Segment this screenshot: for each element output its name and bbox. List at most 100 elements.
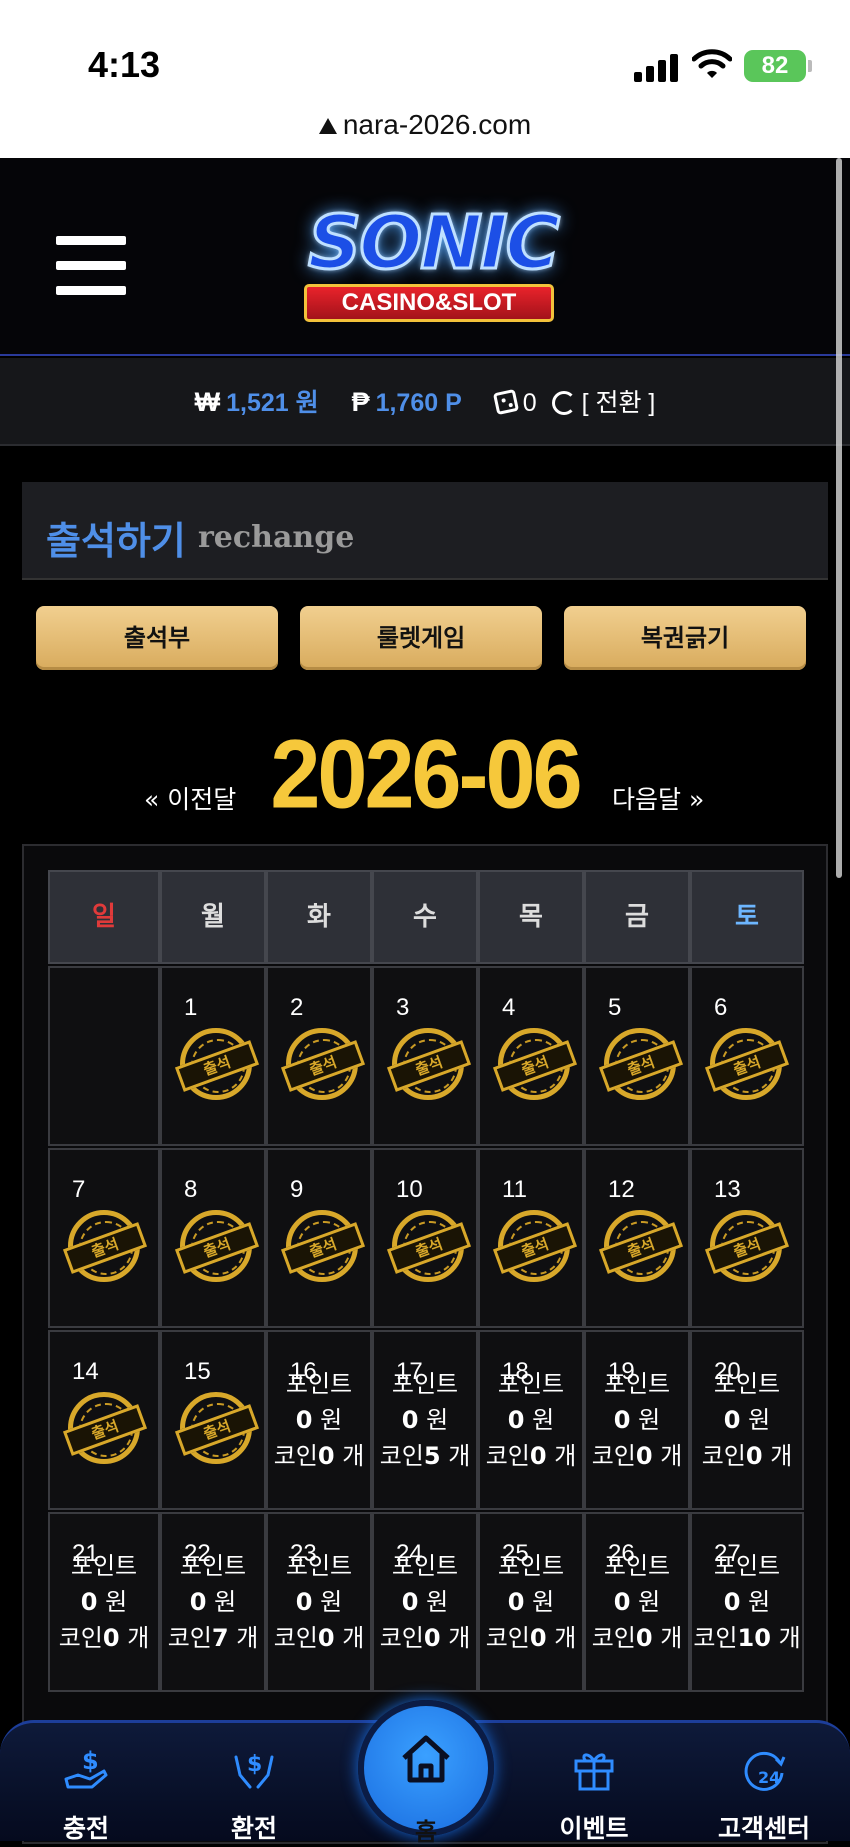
nav-home-button[interactable]: 홈 bbox=[358, 1700, 494, 1846]
day-number: 3 bbox=[396, 994, 410, 1021]
calendar-day-cell[interactable]: 10 출석 bbox=[372, 1148, 478, 1328]
nav-support[interactable]: 24 고객센터 bbox=[704, 1723, 824, 1844]
attendance-stamp-icon: 출석 bbox=[386, 1028, 472, 1100]
reward-amount: 0 bbox=[745, 1442, 763, 1470]
panel-title: 출석하기 rechange bbox=[22, 482, 828, 580]
reward-info: 포인트 0 원 코인0 개 bbox=[480, 1548, 582, 1656]
svg-text:24: 24 bbox=[758, 1768, 780, 1787]
reward-point-label: 포인트 bbox=[374, 1366, 476, 1402]
refresh-icon[interactable] bbox=[551, 391, 576, 415]
calendar-day-cell[interactable]: 1 출석 bbox=[160, 966, 266, 1146]
calendar-day-cell[interactable]: 4 출석 bbox=[478, 966, 584, 1146]
reward-amount: 0 bbox=[507, 1406, 525, 1434]
panel-subtitle: rechange bbox=[198, 520, 355, 555]
calendar-day-cell[interactable]: 16 포인트 0 원 코인0 개 bbox=[266, 1330, 372, 1510]
weekday-header: 금 bbox=[584, 870, 690, 964]
warning-icon bbox=[318, 118, 337, 134]
nav-exchange[interactable]: $ 환전 bbox=[194, 1723, 314, 1844]
calendar-day-cell[interactable]: 21 포인트 0 원 코인0 개 bbox=[48, 1512, 160, 1692]
tab-attendance[interactable]: 출석부 bbox=[36, 606, 278, 670]
calendar-day-cell[interactable]: 13 출석 bbox=[690, 1148, 804, 1328]
calendar-day-cell[interactable]: 22 포인트 0 원 코인7 개 bbox=[160, 1512, 266, 1692]
calendar-day-cell[interactable]: 18 포인트 0 원 코인0 개 bbox=[478, 1330, 584, 1510]
reward-unit: 개 bbox=[448, 1624, 471, 1652]
prev-month-link[interactable]: « 이전달 bbox=[144, 780, 236, 816]
reward-amount: 0 bbox=[529, 1624, 547, 1652]
reward-unit: 포인트 bbox=[713, 1552, 781, 1580]
calendar-day-cell[interactable]: 5 출석 bbox=[584, 966, 690, 1146]
calendar-day-cell[interactable]: 23 포인트 0 원 코인0 개 bbox=[266, 1512, 372, 1692]
reward-info: 포인트 0 원 코인10 개 bbox=[692, 1548, 802, 1656]
reward-unit: 원 bbox=[320, 1406, 343, 1434]
calendar-day-cell[interactable]: 11 출석 bbox=[478, 1148, 584, 1328]
menu-icon[interactable] bbox=[56, 236, 126, 298]
calendar-day-cell[interactable]: 2 출석 bbox=[266, 966, 372, 1146]
calendar-day-cell[interactable]: 24 포인트 0 원 코인0 개 bbox=[372, 1512, 478, 1692]
scrollbar[interactable] bbox=[836, 158, 842, 878]
reward-unit: 코인 bbox=[167, 1624, 212, 1652]
stamp-label: 출석 bbox=[492, 1040, 578, 1092]
reward-amount: 0 bbox=[723, 1588, 741, 1616]
weekday-header: 화 bbox=[266, 870, 372, 964]
calendar-day-cell[interactable]: 15 출석 bbox=[160, 1330, 266, 1510]
calendar-day-cell[interactable]: 27 포인트 0 원 코인10 개 bbox=[690, 1512, 804, 1692]
attendance-stamp-icon: 출석 bbox=[598, 1210, 684, 1282]
attendance-stamp-icon: 출석 bbox=[492, 1210, 578, 1282]
attendance-calendar: 일 월 화 수 목 금 토 1 출석 2 출석 3 출석 4 출석 5 출석 6 출석 7 출석 8 출석 9 출석 10 출석 11… bbox=[22, 844, 828, 1844]
reward-unit: 코인 bbox=[58, 1624, 103, 1652]
stamp-label: 출석 bbox=[386, 1222, 472, 1274]
calendar-day-cell[interactable]: 12 출석 bbox=[584, 1148, 690, 1328]
reward-coin-value: 코인0 개 bbox=[586, 1620, 688, 1656]
reward-unit: 포인트 bbox=[391, 1552, 459, 1580]
calendar-day-cell[interactable]: 17 포인트 0 원 코인5 개 bbox=[372, 1330, 478, 1510]
calendar-day-cell[interactable]: 7 출석 bbox=[48, 1148, 160, 1328]
calendar-day-cell[interactable]: 3 출석 bbox=[372, 966, 478, 1146]
tab-roulette[interactable]: 룰렛게임 bbox=[300, 606, 542, 670]
logo-sub-text: CASINO&SLOT bbox=[304, 284, 554, 322]
calendar-day-cell[interactable]: 25 포인트 0 원 코인0 개 bbox=[478, 1512, 584, 1692]
stamp-label: 출석 bbox=[598, 1222, 684, 1274]
day-number: 14 bbox=[72, 1358, 99, 1385]
reward-unit: 원 bbox=[638, 1588, 661, 1616]
reward-point-value: 0 원 bbox=[586, 1584, 688, 1620]
reward-unit: 코인 bbox=[379, 1442, 424, 1470]
reward-amount: 0 bbox=[317, 1624, 335, 1652]
reward-info: 포인트 0 원 코인5 개 bbox=[374, 1366, 476, 1474]
calendar-day-cell[interactable]: 9 출석 bbox=[266, 1148, 372, 1328]
day-number: 11 bbox=[502, 1176, 527, 1203]
calendar-day-cell[interactable]: 19 포인트 0 원 코인0 개 bbox=[584, 1330, 690, 1510]
won-symbol: ₩ bbox=[194, 387, 221, 417]
charge-icon: $ bbox=[64, 1747, 108, 1789]
reward-unit: 개 bbox=[236, 1624, 259, 1652]
calendar-day-cell[interactable]: 14 출석 bbox=[48, 1330, 160, 1510]
site-logo[interactable]: SONIC CASINO&SLOT bbox=[260, 196, 600, 326]
next-month-link[interactable]: 다음달 » bbox=[612, 780, 704, 816]
nav-label-home: 홈 bbox=[414, 1818, 438, 1846]
nav-event[interactable]: 이벤트 bbox=[534, 1723, 654, 1844]
stamp-label: 출석 bbox=[280, 1040, 366, 1092]
stamp-label: 출석 bbox=[174, 1222, 260, 1274]
switch-button[interactable]: [ 전환 ] bbox=[582, 389, 656, 417]
reward-point-value: 0 원 bbox=[50, 1584, 158, 1620]
reward-unit: 포인트 bbox=[603, 1370, 671, 1398]
reward-point-value: 0 원 bbox=[268, 1402, 370, 1438]
address-bar[interactable]: nara-2026.com bbox=[0, 92, 850, 158]
calendar-day-cell[interactable]: 8 출석 bbox=[160, 1148, 266, 1328]
reward-amount: 0 bbox=[635, 1442, 653, 1470]
support-24-icon: 24 bbox=[744, 1751, 786, 1791]
reward-unit: 원 bbox=[426, 1588, 449, 1616]
url-text: nara-2026.com bbox=[342, 109, 532, 140]
attendance-tabs: 출석부 룰렛게임 복권긁기 bbox=[36, 606, 806, 670]
reward-info: 포인트 0 원 코인0 개 bbox=[586, 1366, 688, 1474]
calendar-day-cell[interactable]: 26 포인트 0 원 코인0 개 bbox=[584, 1512, 690, 1692]
site-header: SONIC CASINO&SLOT bbox=[0, 158, 850, 356]
reward-coin-value: 코인0 개 bbox=[586, 1438, 688, 1474]
calendar-day-cell[interactable]: 6 출석 bbox=[690, 966, 804, 1146]
nav-charge[interactable]: $ 충전 bbox=[26, 1723, 146, 1844]
calendar-empty-cell bbox=[48, 966, 160, 1146]
status-time: 4:13 bbox=[88, 44, 161, 85]
tab-lottery[interactable]: 복권긁기 bbox=[564, 606, 806, 670]
day-number: 8 bbox=[184, 1176, 198, 1203]
reward-unit: 포인트 bbox=[285, 1370, 353, 1398]
calendar-day-cell[interactable]: 20 포인트 0 원 코인0 개 bbox=[690, 1330, 804, 1510]
